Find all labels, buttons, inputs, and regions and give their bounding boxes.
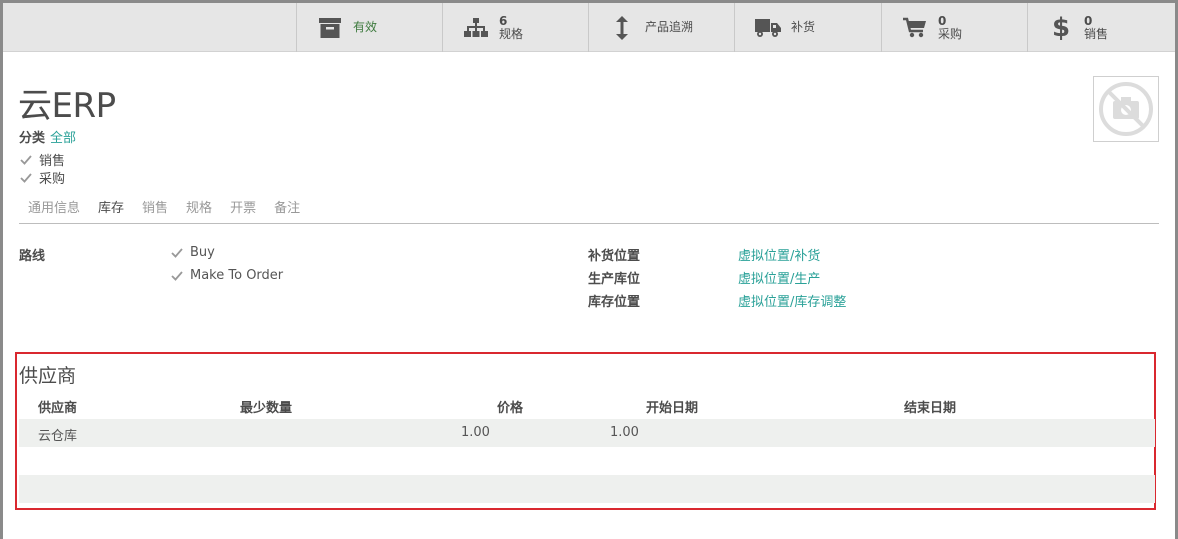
no-camera-icon <box>1099 82 1153 136</box>
category-link[interactable]: 全部 <box>50 127 76 146</box>
tab-general-info[interactable]: 通用信息 <box>19 200 89 222</box>
sales-count: 0 <box>1084 13 1093 28</box>
sitemap-icon <box>463 15 489 41</box>
category-label: 分类 <box>19 131 46 146</box>
procurement-location-link[interactable]: 虚拟位置/补货 <box>738 245 820 264</box>
checkmark-icon <box>19 153 33 167</box>
route-mto-label: Make To Order <box>190 268 284 283</box>
checkmark-icon <box>170 269 184 283</box>
tab-variants[interactable]: 规格 <box>177 200 221 222</box>
cell-supplier: 云仓库 <box>38 429 78 444</box>
product-name[interactable]: 云ERP <box>18 78 116 127</box>
purchase-button[interactable]: 0 采购 <box>881 3 1027 52</box>
tab-sales[interactable]: 销售 <box>133 200 177 222</box>
variants-label: 规格 <box>499 26 524 41</box>
column-header-min-qty[interactable]: 最少数量 <box>240 397 292 416</box>
empty-table-row <box>19 475 1155 503</box>
dollar-icon: $ <box>1051 12 1071 43</box>
notebook-tabs: 通用信息 库存 销售 规格 开票 备注 <box>19 200 1159 224</box>
column-header-supplier[interactable]: 供应商 <box>38 397 77 416</box>
production-location-link[interactable]: 虚拟位置/生产 <box>738 268 820 287</box>
checkmark-icon <box>170 246 184 260</box>
tab-invoicing[interactable]: 开票 <box>221 200 265 222</box>
purchase-label: 采购 <box>938 26 963 41</box>
inventory-location-link[interactable]: 虚拟位置/库存调整 <box>738 291 846 310</box>
window-frame-left <box>0 0 3 539</box>
procurement-location-label: 补货位置 <box>588 249 641 264</box>
can-be-sold-checkbox[interactable]: 销售 <box>19 150 65 169</box>
sales-label: 销售 <box>1084 26 1109 41</box>
tab-notes[interactable]: 备注 <box>265 200 309 222</box>
cart-icon <box>902 15 928 41</box>
purchase-count: 0 <box>938 13 947 28</box>
smart-button-bar: 有效 6 规格 产品追溯 补货 0 采购 $ 0 销售 <box>3 3 1175 52</box>
variants-button[interactable]: 6 规格 <box>442 3 589 52</box>
active-label: 有效 <box>353 20 378 34</box>
table-row[interactable]: 云仓库 1.00 1.00 <box>19 419 1155 447</box>
product-image-placeholder[interactable] <box>1093 76 1159 142</box>
column-header-end-date[interactable]: 结束日期 <box>904 397 956 416</box>
route-mto-checkbox[interactable]: Make To Order <box>170 268 283 283</box>
can-be-purchased-label: 采购 <box>39 172 66 187</box>
can-be-sold-label: 销售 <box>39 154 66 169</box>
tab-inventory[interactable]: 库存 <box>89 200 133 222</box>
vertical-arrows-icon <box>609 15 635 41</box>
archive-box-icon <box>317 15 343 41</box>
cell-price: 1.00 <box>610 425 639 440</box>
production-location-label: 生产库位 <box>588 272 641 287</box>
suppliers-title: 供应商 <box>19 365 77 387</box>
truck-icon <box>755 15 781 41</box>
traceability-button[interactable]: 产品追溯 <box>588 3 735 52</box>
inventory-location-label: 库存位置 <box>588 295 641 310</box>
can-be-purchased-checkbox[interactable]: 采购 <box>19 168 65 187</box>
route-buy-label: Buy <box>190 245 215 260</box>
checkmark-icon <box>19 171 33 185</box>
active-toggle-button[interactable]: 有效 <box>296 3 443 52</box>
routes-label: 路线 <box>19 249 46 264</box>
traceability-label: 产品追溯 <box>645 20 694 34</box>
column-header-price[interactable]: 价格 <box>497 397 523 416</box>
column-header-start-date[interactable]: 开始日期 <box>646 397 698 416</box>
empty-table-row <box>19 447 1155 475</box>
sales-button[interactable]: $ 0 销售 <box>1027 3 1175 52</box>
replenish-label: 补货 <box>791 20 816 34</box>
route-buy-checkbox[interactable]: Buy <box>170 245 215 260</box>
variants-count: 6 <box>499 13 508 28</box>
cell-min-qty: 1.00 <box>461 425 490 440</box>
replenish-button[interactable]: 补货 <box>734 3 881 52</box>
